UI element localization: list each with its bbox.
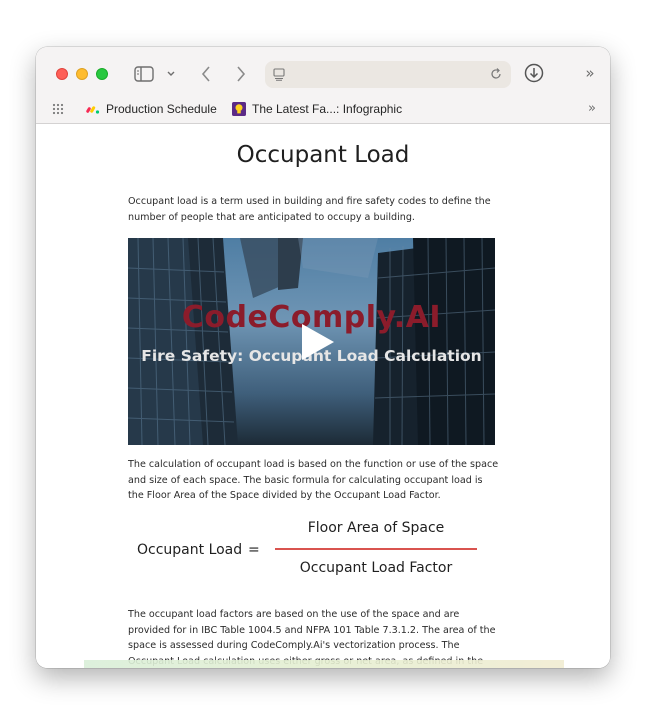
play-icon[interactable] <box>296 322 336 362</box>
bookmark-production-schedule[interactable]: Production Schedule <box>86 99 217 119</box>
back-arrow-icon[interactable] <box>196 62 216 86</box>
bookmark-label: The Latest Fa...: Infographic <box>252 102 403 116</box>
browser-window: » Production Schedule The Latest Fa...: … <box>36 47 610 668</box>
video-player[interactable]: CodeComply.AI Fire Safety: Occupant Load… <box>128 238 495 445</box>
browser-toolbar: » Production Schedule The Latest Fa...: … <box>36 47 610 124</box>
intro-paragraph: Occupant load is a term used in building… <box>128 196 491 223</box>
reload-icon[interactable] <box>489 67 503 81</box>
grid-icon[interactable] <box>52 102 66 116</box>
bookmarks-bar: Production Schedule The Latest Fa...: In… <box>36 99 610 119</box>
fraction-line <box>275 548 477 550</box>
formula-equals: = <box>248 542 260 558</box>
bookmarks-overflow-icon[interactable]: » <box>588 101 596 116</box>
calculation-paragraph: The calculation of occupant load is base… <box>128 459 499 501</box>
page-title: Occupant Load <box>236 142 410 168</box>
load-factors-paragraph: The occupant load factors are based on t… <box>128 609 496 667</box>
address-bar[interactable] <box>265 61 511 88</box>
formula-denominator: Occupant Load Factor <box>299 560 453 576</box>
close-window-button[interactable] <box>56 68 68 80</box>
formula-numerator: Floor Area of Space <box>307 520 445 536</box>
bottom-banner-strip <box>84 660 564 668</box>
page-icon <box>273 68 285 81</box>
lightbulb-icon <box>232 102 246 116</box>
toolbar-overflow-icon[interactable]: » <box>582 63 598 83</box>
download-icon[interactable] <box>524 63 544 83</box>
occupant-load-formula: Occupant Load = Floor Area of Space Occu… <box>36 520 610 590</box>
sidebar-toggle-icon[interactable] <box>133 64 155 84</box>
forward-arrow-icon[interactable] <box>231 62 251 86</box>
bookmark-infographic[interactable]: The Latest Fa...: Infographic <box>232 99 402 119</box>
monday-logo-icon <box>86 106 100 114</box>
minimize-window-button[interactable] <box>76 68 88 80</box>
formula-label: Occupant Load <box>137 542 243 558</box>
bookmark-label: Production Schedule <box>106 102 217 116</box>
zoom-window-button[interactable] <box>96 68 108 80</box>
chevron-down-icon[interactable] <box>164 64 178 84</box>
page-content: Occupant Load Occupant load is a term us… <box>36 125 610 668</box>
